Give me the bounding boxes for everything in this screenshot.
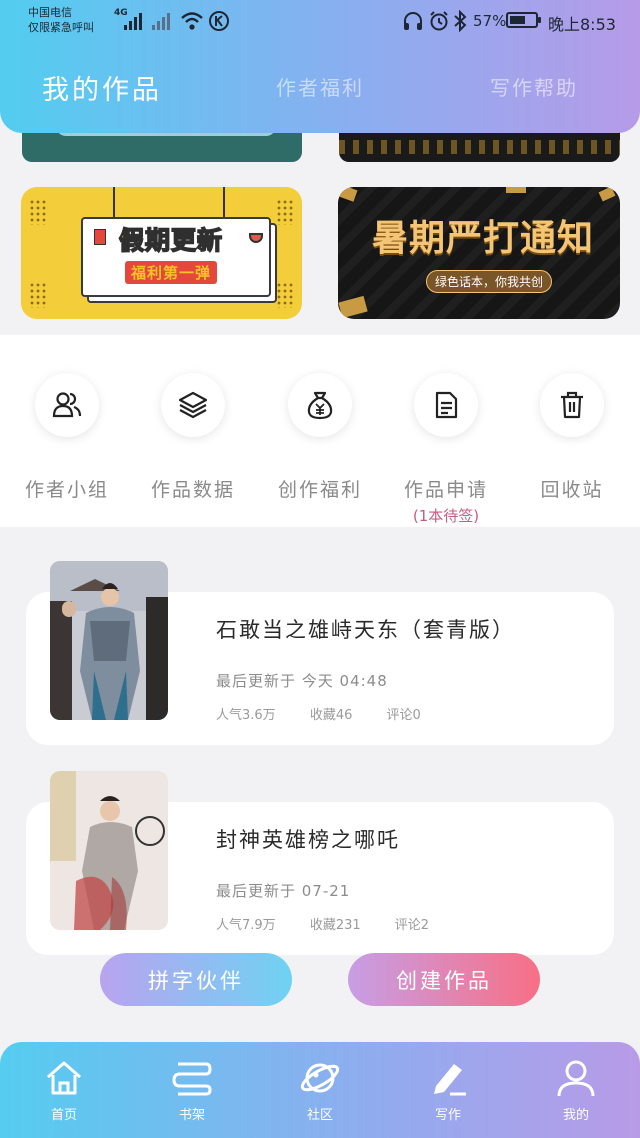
- action-label: 作者小组: [24, 479, 109, 501]
- writing-partner-button[interactable]: 拼字伙伴: [100, 953, 292, 1006]
- bottom-nav: 首页 书架 社区 写作 我的: [0, 1042, 640, 1138]
- battery-percent: 57%: [473, 12, 507, 30]
- nav-community[interactable]: 社区: [256, 1042, 384, 1138]
- action-label: 创作福利: [277, 479, 362, 501]
- cover-image: [50, 561, 168, 720]
- alarm-icon: [430, 11, 448, 31]
- pen-icon: [434, 1064, 466, 1096]
- users-icon: [52, 392, 82, 418]
- home-icon: [47, 1061, 81, 1095]
- top-tabs: 我的作品 作者福利 写作帮助: [0, 72, 640, 112]
- headphones-icon: [404, 12, 422, 30]
- holiday-banner-subtitle: 福利第一弹: [125, 261, 218, 284]
- work-favorites: 收藏231: [309, 918, 361, 933]
- work-popularity: 人气3.6万: [216, 708, 276, 723]
- document-icon: [435, 391, 458, 419]
- tab-writing-help[interactable]: 写作帮助: [490, 72, 578, 101]
- money-bag-icon: [307, 391, 333, 420]
- quick-actions: 作者小组 作品数据 创作福利 作品申请 (1本待签) 回收站: [0, 335, 640, 527]
- pending-sign-count: (1本待签): [412, 507, 480, 525]
- nav-label: 我的: [562, 1108, 589, 1123]
- wifi-icon: [181, 12, 203, 30]
- create-work-button[interactable]: 创建作品: [348, 953, 540, 1006]
- nav-profile[interactable]: 我的: [512, 1042, 640, 1138]
- app-header: 中国电信 仅限紧急呼叫 4G 57% 晚上8:53 我的作品 作者福利 写作帮助: [0, 0, 640, 133]
- action-work-application[interactable]: 作品申请 (1本待签): [382, 335, 510, 527]
- action-label: 作品申请: [403, 479, 488, 501]
- holiday-update-banner[interactable]: 假期更新 福利第一弹: [21, 187, 302, 319]
- planet-icon: [300, 1063, 340, 1093]
- work-title: 封神英雄榜之哪吒: [216, 828, 400, 852]
- work-cover[interactable]: [50, 771, 168, 930]
- bookshelf-icon: [172, 1062, 212, 1096]
- crackdown-banner-subtitle: 绿色话本，你我共创: [426, 270, 553, 293]
- crackdown-banner-title: 暑期严打通知: [372, 218, 595, 259]
- emergency-only-text: 仅限紧急呼叫: [28, 21, 94, 34]
- profile-icon: [557, 1060, 595, 1097]
- nav-label: 写作: [434, 1108, 461, 1123]
- signal-2-icon: [152, 12, 170, 30]
- nav-write[interactable]: 写作: [384, 1042, 512, 1138]
- work-stats: 人气7.9万 收藏231 评论2: [216, 914, 459, 933]
- carrier-name: 中国电信: [28, 6, 72, 19]
- work-comments: 评论2: [394, 918, 430, 933]
- nav-label: 首页: [50, 1108, 77, 1123]
- k-badge-icon: [209, 11, 229, 31]
- summer-crackdown-banner[interactable]: 暑期严打通知 绿色话本，你我共创: [338, 187, 620, 319]
- status-time: 晚上8:53: [548, 15, 616, 34]
- trash-icon: [561, 391, 583, 419]
- cover-image: [50, 771, 168, 930]
- bluetooth-icon: [454, 10, 467, 32]
- tab-author-benefits[interactable]: 作者福利: [276, 72, 364, 101]
- status-bar: 中国电信 仅限紧急呼叫 4G 57% 晚上8:53: [0, 0, 640, 44]
- action-author-group[interactable]: 作者小组: [3, 335, 131, 527]
- work-comments: 评论0: [386, 708, 421, 723]
- nav-bookshelf[interactable]: 书架: [128, 1042, 256, 1138]
- signal-icon: [124, 12, 142, 30]
- work-updated: 最后更新于 今天 04:48: [216, 672, 388, 690]
- action-label: 作品数据: [150, 479, 235, 501]
- battery-icon: [506, 12, 541, 28]
- work-updated: 最后更新于 07-21: [216, 882, 351, 900]
- work-cover[interactable]: [50, 561, 168, 720]
- carrier-text: 中国电信 仅限紧急呼叫: [28, 5, 94, 35]
- nav-home[interactable]: 首页: [0, 1042, 128, 1138]
- nav-label: 社区: [306, 1108, 333, 1123]
- work-title: 石敢当之雄峙天东（套青版）: [216, 618, 515, 642]
- work-favorites: 收藏46: [309, 708, 353, 723]
- layers-icon: [178, 391, 208, 419]
- work-stats: 人气3.6万 收藏46 评论0: [216, 704, 451, 723]
- fries-icon: [94, 229, 106, 245]
- nav-label: 书架: [178, 1108, 205, 1123]
- tab-my-works[interactable]: 我的作品: [42, 68, 162, 107]
- action-recycle-bin[interactable]: 回收站: [508, 335, 636, 527]
- holiday-banner-title: 假期更新: [118, 225, 224, 256]
- action-label: 回收站: [540, 479, 604, 501]
- action-work-data[interactable]: 作品数据: [129, 335, 257, 527]
- work-popularity: 人气7.9万: [216, 918, 276, 933]
- action-creation-benefits[interactable]: 创作福利: [256, 335, 384, 527]
